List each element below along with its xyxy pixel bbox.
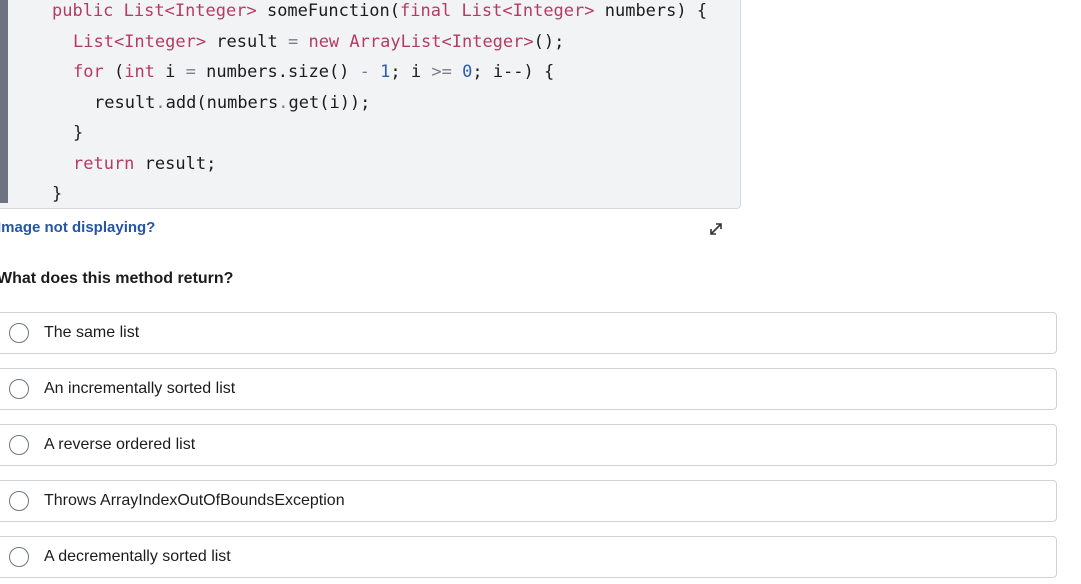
code-token: = <box>185 62 196 82</box>
code-token: for <box>73 62 104 82</box>
code-token: 0 <box>462 62 473 82</box>
radio-button[interactable] <box>9 323 29 343</box>
line-number: 5 <box>0 121 8 145</box>
answer-option[interactable]: An incrementally sorted list <box>0 368 1057 410</box>
answer-option-label: An incrementally sorted list <box>44 380 236 397</box>
answer-option[interactable]: A reverse ordered list <box>0 424 1057 466</box>
code-token: get(i)); <box>288 92 371 113</box>
code-token: = <box>287 31 299 52</box>
code-token: ; i <box>390 62 432 82</box>
radio-button[interactable] <box>9 547 29 567</box>
code-token: - <box>359 62 370 82</box>
answer-option-label: Throws ArrayIndexOutOfBoundsException <box>44 492 345 509</box>
code-token: ( <box>103 62 125 82</box>
code-token: numbers.size() <box>195 62 360 82</box>
code-token: numbers) { <box>594 1 708 21</box>
answer-option-label: The same list <box>44 324 140 341</box>
code-token: public <box>52 1 124 21</box>
answer-option-label: A reverse ordered list <box>44 436 196 453</box>
code-token: List<Integer> <box>123 1 257 21</box>
code-token: 1 <box>380 62 391 82</box>
code-token: result <box>94 92 156 113</box>
question-text: What does this method return? <box>0 270 234 287</box>
code-token: add(numbers <box>165 92 279 113</box>
code-block: 1 2 3 4 5 6 7 public List<Integer> someFunctio… <box>0 0 741 209</box>
line-number: 4 <box>0 91 8 115</box>
line-number: 6 <box>0 152 8 176</box>
code-token: return <box>73 153 135 174</box>
code-token: } <box>73 123 84 143</box>
code-line: List<Integer> result = new ArrayList<Int… <box>73 30 564 54</box>
line-number: 1 <box>0 0 8 23</box>
line-number: 2 <box>0 30 8 54</box>
radio-button[interactable] <box>9 379 29 399</box>
code-line: } <box>52 182 62 206</box>
code-line: result.add(numbers.get(i)); <box>94 91 370 115</box>
code-line: for (int i = numbers.size() - 1; i >= 0;… <box>73 60 554 84</box>
line-number: 7 <box>0 182 8 206</box>
code-token: >= <box>431 62 452 82</box>
code-token: List<Integer> <box>73 31 207 52</box>
code-token: ; i--) { <box>472 62 555 82</box>
code-line: } <box>73 121 83 145</box>
code-token: someFunction( <box>256 1 401 21</box>
code-line: public List<Integer> someFunction(final … <box>52 0 707 23</box>
radio-button[interactable] <box>9 435 29 455</box>
answer-option[interactable]: Throws ArrayIndexOutOfBoundsException <box>0 480 1057 522</box>
answer-option-label: A decrementally sorted list <box>44 548 231 565</box>
code-token: new ArrayList<Integer> <box>308 31 534 52</box>
code-token: . <box>278 92 289 113</box>
answer-option[interactable]: A decrementally sorted list <box>0 536 1057 578</box>
code-token: result <box>206 31 288 52</box>
code-token: i <box>154 62 186 82</box>
radio-button[interactable] <box>9 491 29 511</box>
code-token: } <box>52 184 63 204</box>
code-token: List<Integer> <box>461 1 595 21</box>
code-token: int <box>124 62 155 82</box>
line-number: 3 <box>0 60 8 84</box>
code-token: . <box>155 92 166 113</box>
answer-option[interactable]: The same list <box>0 312 1057 354</box>
image-not-displaying-link[interactable]: Image not displaying? <box>0 219 155 236</box>
code-token: result; <box>134 153 217 174</box>
code-token: (); <box>533 31 565 52</box>
quiz-page: 1 2 3 4 5 6 7 public List<Integer> someFunctio… <box>0 0 1081 584</box>
expand-arrows-icon[interactable] <box>706 219 726 239</box>
code-token: final <box>400 1 462 21</box>
code-line: return result; <box>73 152 216 176</box>
